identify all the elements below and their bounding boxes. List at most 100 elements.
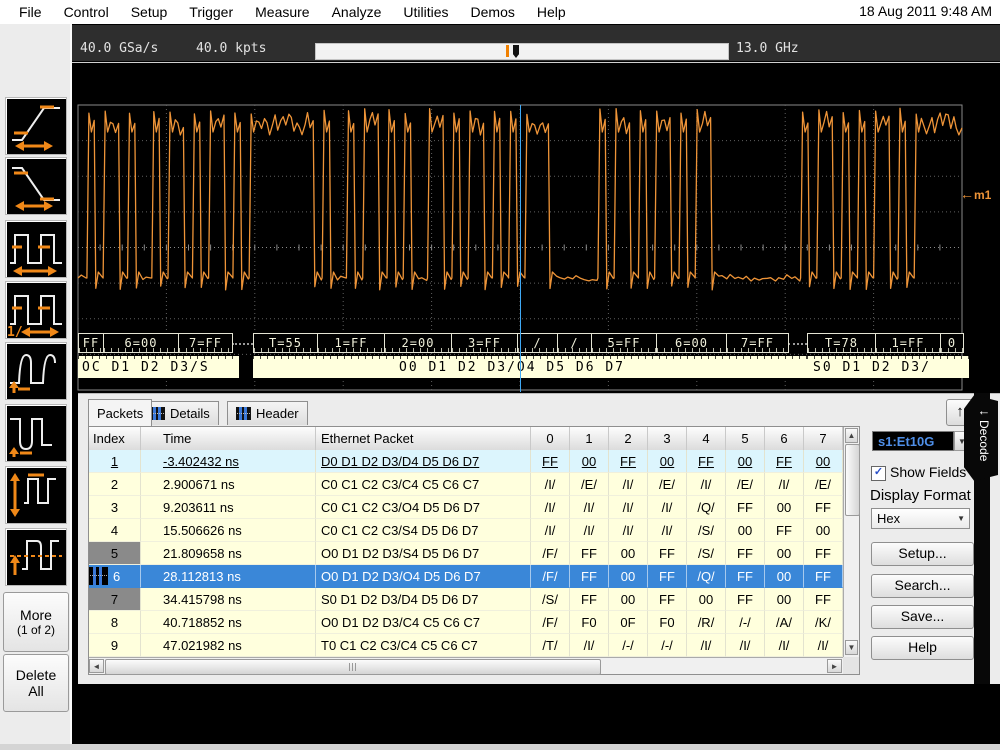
cell-byte-7[interactable]: FF — [804, 542, 843, 565]
cell-index[interactable]: 9 — [89, 634, 141, 657]
cell-byte-2[interactable]: FF — [609, 450, 648, 473]
search-button[interactable]: Search... — [871, 574, 974, 598]
cell-byte-7[interactable]: /I/ — [804, 634, 843, 657]
cell-index[interactable]: 3 — [89, 496, 141, 519]
cell-byte-0[interactable]: /T/ — [531, 634, 570, 657]
menu-item-analyze[interactable]: Analyze — [321, 2, 393, 22]
cell-byte-7[interactable]: 00 — [804, 519, 843, 542]
cell-byte-5[interactable]: /-/ — [726, 611, 765, 634]
cell-byte-7[interactable]: FF — [804, 496, 843, 519]
cell-packet[interactable]: O0 D1 D2 D3/C4 C5 C6 C7 — [316, 611, 531, 634]
column-header-ethernet-packet[interactable]: Ethernet Packet — [316, 427, 531, 450]
column-header-index[interactable]: Index — [89, 427, 141, 450]
cell-index[interactable]: 5 — [89, 542, 141, 565]
save-button[interactable]: Save... — [871, 605, 974, 629]
cell-byte-3[interactable]: /I/ — [648, 496, 687, 519]
table-row-3[interactable]: 39.203611 nsC0 C1 C2 C3/O4 D5 D6 D7/I//I… — [89, 496, 843, 519]
table-row-4[interactable]: 415.506626 nsC0 C1 C2 C3/S4 D5 D6 D7/I//… — [89, 519, 843, 542]
cell-byte-0[interactable]: /I/ — [531, 519, 570, 542]
cell-byte-6[interactable]: FF — [765, 450, 804, 473]
cell-index[interactable]: 4 — [89, 519, 141, 542]
menu-item-measure[interactable]: Measure — [244, 2, 320, 22]
cell-index[interactable]: 7 — [89, 588, 141, 611]
cell-time[interactable]: 21.809658 ns — [141, 542, 316, 565]
show-fields-checkbox[interactable]: ✓ — [871, 466, 886, 481]
cell-byte-6[interactable]: /I/ — [765, 634, 804, 657]
setup-button[interactable]: Setup... — [871, 542, 974, 566]
cell-byte-7[interactable]: /E/ — [804, 473, 843, 496]
cell-packet[interactable]: C0 C1 C2 C3/O4 D5 D6 D7 — [316, 496, 531, 519]
cell-byte-4[interactable]: /Q/ — [687, 496, 726, 519]
cell-byte-2[interactable]: /I/ — [609, 519, 648, 542]
cell-byte-4[interactable]: /Q/ — [687, 565, 726, 588]
cell-byte-6[interactable]: 00 — [765, 542, 804, 565]
table-row-5[interactable]: 521.809658 nsO0 D1 D2 D3/S4 D5 D6 D7/F/F… — [89, 542, 843, 565]
cell-byte-6[interactable]: FF — [765, 519, 804, 542]
cell-packet[interactable]: S0 D1 D2 D3/D4 D5 D6 D7 — [316, 588, 531, 611]
cell-byte-2[interactable]: 00 — [609, 542, 648, 565]
cell-byte-3[interactable]: /I/ — [648, 519, 687, 542]
cell-index[interactable]: 6 — [89, 565, 141, 588]
cell-byte-0[interactable]: FF — [531, 450, 570, 473]
cell-byte-6[interactable]: 00 — [765, 565, 804, 588]
cell-time[interactable]: 2.900671 ns — [141, 473, 316, 496]
cell-packet[interactable]: O0 D1 D2 D3/S4 D5 D6 D7 — [316, 542, 531, 565]
cell-byte-1[interactable]: FF — [570, 588, 609, 611]
rise-time-icon[interactable] — [5, 97, 67, 155]
tab-packets[interactable]: Packets — [88, 399, 152, 426]
cell-byte-0[interactable]: /F/ — [531, 565, 570, 588]
cell-time[interactable]: -3.402432 ns — [141, 450, 316, 473]
column-header-time[interactable]: Time — [141, 427, 316, 450]
cell-byte-1[interactable]: FF — [570, 542, 609, 565]
cell-byte-5[interactable]: /I/ — [726, 634, 765, 657]
menu-item-setup[interactable]: Setup — [120, 2, 179, 22]
cell-byte-1[interactable]: /E/ — [570, 473, 609, 496]
cell-byte-5[interactable]: /E/ — [726, 473, 765, 496]
cell-byte-3[interactable]: 00 — [648, 450, 687, 473]
scroll-down-icon[interactable]: ▼ — [845, 640, 858, 655]
cell-byte-7[interactable]: /K/ — [804, 611, 843, 634]
menu-item-file[interactable]: File — [8, 2, 53, 22]
column-header-6[interactable]: 6 — [765, 427, 804, 450]
scroll-up-icon[interactable]: ▲ — [845, 428, 858, 443]
cell-byte-1[interactable]: /I/ — [570, 496, 609, 519]
cell-byte-7[interactable]: FF — [804, 588, 843, 611]
cell-index[interactable]: 2 — [89, 473, 141, 496]
timebase-cursor-line[interactable] — [520, 105, 521, 392]
cell-byte-1[interactable]: /I/ — [570, 519, 609, 542]
vertical-scroll-thumb[interactable] — [845, 444, 860, 516]
cell-byte-7[interactable]: FF — [804, 565, 843, 588]
cell-byte-3[interactable]: /E/ — [648, 473, 687, 496]
timebase-position-slider[interactable] — [315, 43, 729, 60]
slider-cursor-icon[interactable] — [513, 45, 519, 58]
cell-byte-5[interactable]: 00 — [726, 519, 765, 542]
cell-time[interactable]: 15.506626 ns — [141, 519, 316, 542]
cell-byte-1[interactable]: FF — [570, 565, 609, 588]
table-row-6[interactable]: 628.112813 nsO0 D1 D2 D3/O4 D5 D6 D7/F/F… — [89, 565, 843, 588]
cell-byte-5[interactable]: FF — [726, 542, 765, 565]
cell-byte-3[interactable]: /-/ — [648, 634, 687, 657]
menu-item-help[interactable]: Help — [526, 2, 577, 22]
cell-byte-4[interactable]: /S/ — [687, 542, 726, 565]
peak-peak-icon[interactable] — [5, 466, 67, 524]
column-header-5[interactable]: 5 — [726, 427, 765, 450]
display-format-select[interactable]: Hex ▼ — [871, 508, 970, 529]
overshoot-icon[interactable] — [5, 342, 67, 400]
cell-byte-6[interactable]: 00 — [765, 588, 804, 611]
decode-source-select[interactable]: s1:Et10G — [872, 431, 954, 451]
delete-all-button[interactable]: Delete All — [3, 654, 69, 712]
column-header-2[interactable]: 2 — [609, 427, 648, 450]
cell-byte-4[interactable]: 00 — [687, 588, 726, 611]
cell-byte-2[interactable]: 00 — [609, 565, 648, 588]
menu-item-utilities[interactable]: Utilities — [392, 2, 459, 22]
cell-byte-0[interactable]: /I/ — [531, 473, 570, 496]
cell-byte-3[interactable]: F0 — [648, 611, 687, 634]
more-button[interactable]: More (1 of 2) — [3, 592, 69, 652]
period-icon[interactable] — [5, 220, 67, 278]
cell-byte-0[interactable]: /S/ — [531, 588, 570, 611]
cell-time[interactable]: 28.112813 ns — [141, 565, 316, 588]
horizontal-scroll-thumb[interactable] — [105, 659, 601, 675]
cell-byte-4[interactable]: /I/ — [687, 634, 726, 657]
frequency-icon[interactable]: 1/ — [5, 281, 67, 339]
cell-time[interactable]: 40.718852 ns — [141, 611, 316, 634]
